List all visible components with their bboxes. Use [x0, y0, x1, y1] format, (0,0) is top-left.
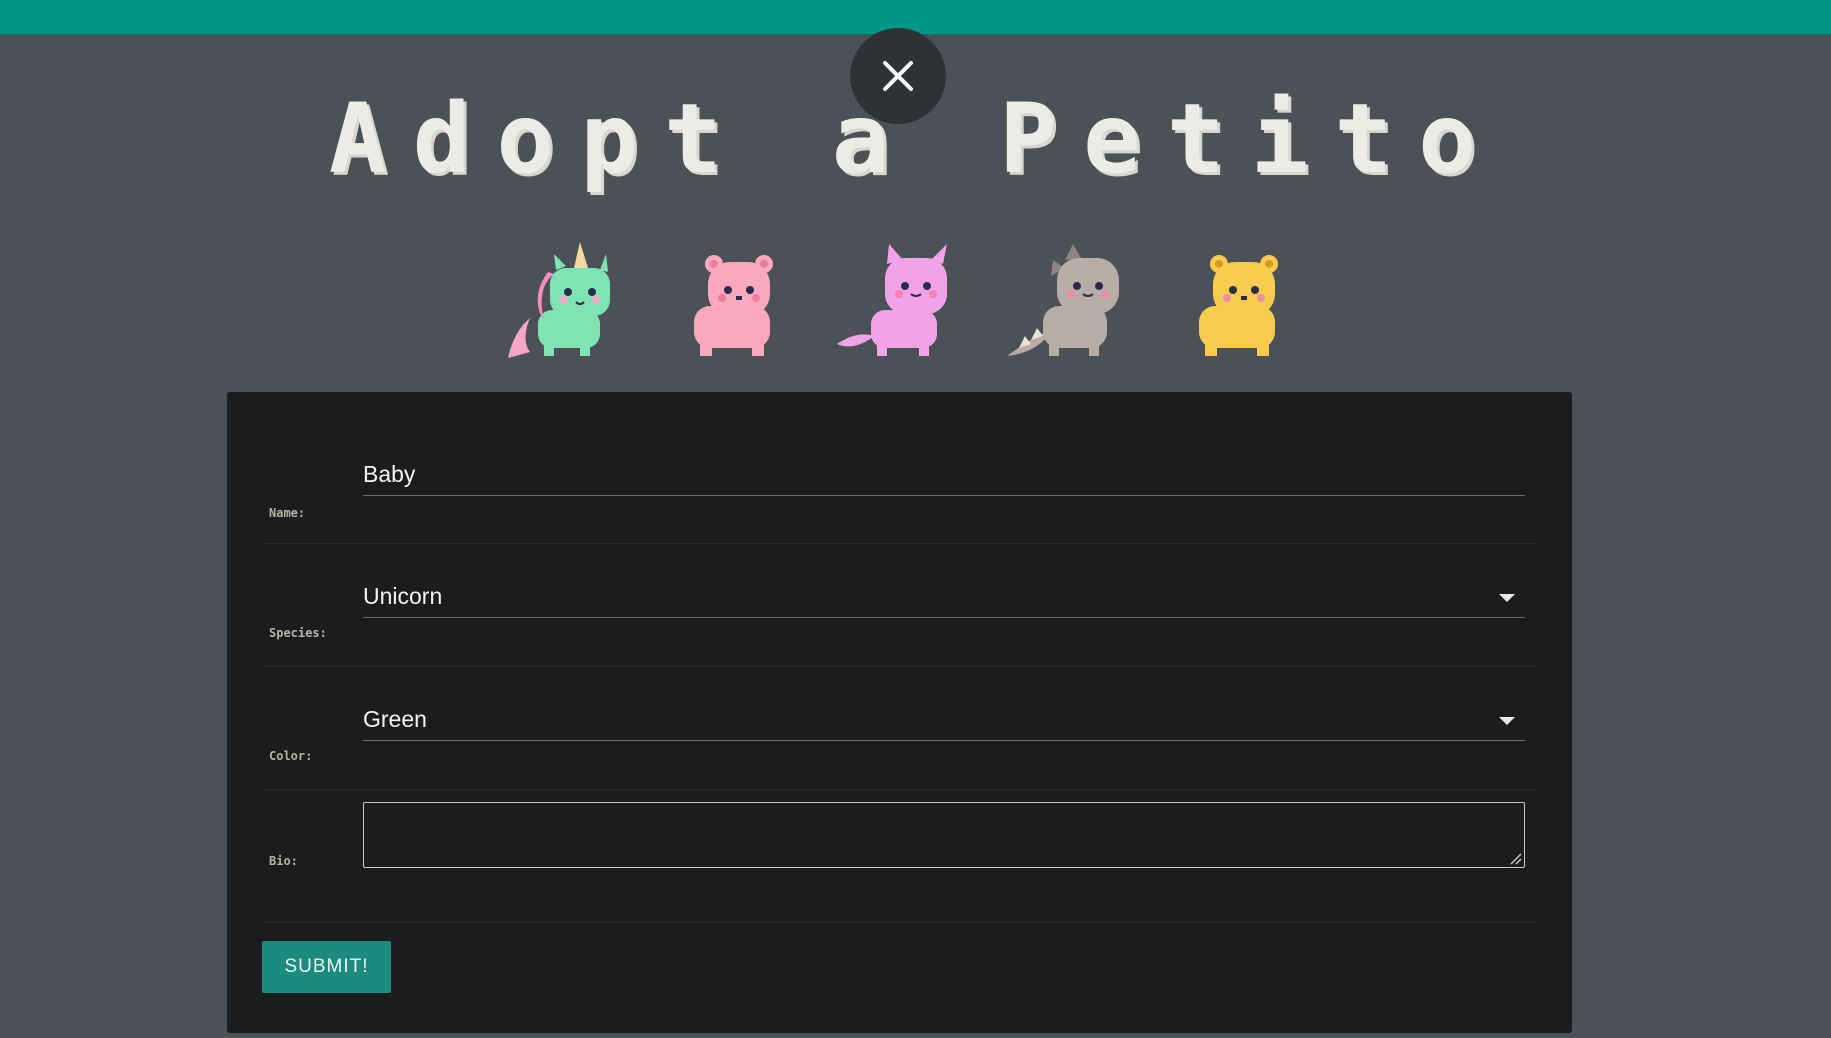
pink-bear-icon — [670, 240, 794, 364]
name-input[interactable]: Baby — [363, 452, 1525, 496]
submit-button[interactable]: SUBMIT! — [262, 941, 391, 993]
chevron-down-icon — [1499, 717, 1515, 725]
species-select[interactable]: Unicorn — [363, 574, 1525, 618]
species-row: Species: Unicorn — [262, 544, 1537, 667]
bio-row: Bio: — [262, 790, 1537, 923]
name-input-value: Baby — [363, 461, 416, 487]
dino-icon — [1005, 240, 1129, 364]
chevron-down-icon — [1499, 594, 1515, 602]
top-bar — [0, 0, 1831, 35]
color-label: Color: — [269, 749, 313, 763]
adopt-form-card: Name: Baby Species: Unicorn Color: Green… — [227, 392, 1572, 1033]
bio-textarea[interactable] — [363, 802, 1525, 868]
color-select-value: Green — [363, 706, 427, 732]
species-select-value: Unicorn — [363, 583, 443, 609]
name-row: Name: Baby — [262, 410, 1537, 544]
pet-gallery — [0, 240, 1831, 365]
yellow-bear-icon — [1175, 240, 1299, 364]
color-select[interactable]: Green — [363, 697, 1525, 741]
page-title: Adopt a Petito — [328, 83, 1503, 195]
bio-label: Bio: — [269, 854, 298, 868]
name-label: Name: — [269, 506, 306, 520]
resize-grip-icon[interactable] — [1508, 851, 1522, 865]
species-label: Species: — [269, 626, 327, 640]
color-row: Color: Green — [262, 667, 1537, 790]
cat-icon — [835, 240, 959, 364]
unicorn-icon — [500, 240, 624, 364]
